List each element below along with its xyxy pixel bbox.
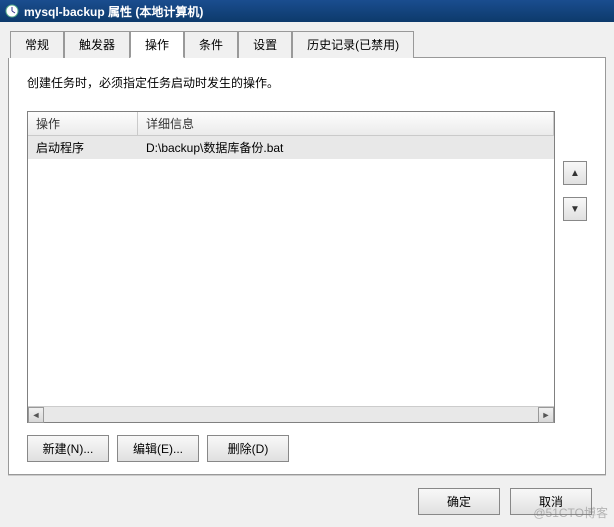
new-button[interactable]: 新建(N)... — [27, 435, 109, 462]
dialog-buttons: 确定 取消 — [8, 475, 606, 527]
scroll-right-icon[interactable]: ► — [538, 407, 554, 423]
action-buttons-row: 新建(N)... 编辑(E)... 删除(D) — [27, 435, 587, 462]
scroll-track[interactable] — [44, 407, 538, 422]
arrow-down-icon: ▼ — [570, 204, 580, 215]
actions-table: 操作 详细信息 启动程序 D:\backup\数据库备份.bat ◄ ► — [27, 111, 555, 423]
scroll-left-icon[interactable]: ◄ — [28, 407, 44, 423]
cancel-button[interactable]: 取消 — [510, 488, 592, 515]
app-icon — [4, 3, 20, 19]
horizontal-scrollbar[interactable]: ◄ ► — [28, 406, 554, 422]
window-title: mysql-backup 属性 (本地计算机) — [24, 3, 203, 20]
tab-general[interactable]: 常规 — [10, 31, 64, 58]
tab-history[interactable]: 历史记录(已禁用) — [292, 31, 414, 58]
col-header-action[interactable]: 操作 — [28, 112, 138, 135]
tab-settings[interactable]: 设置 — [238, 31, 292, 58]
move-down-button[interactable]: ▼ — [563, 197, 587, 221]
panel-description: 创建任务时，必须指定任务启动时发生的操作。 — [27, 74, 587, 91]
table-area: 操作 详细信息 启动程序 D:\backup\数据库备份.bat ◄ ► — [27, 111, 587, 423]
arrow-up-icon: ▲ — [570, 168, 580, 179]
titlebar: mysql-backup 属性 (本地计算机) — [0, 0, 614, 22]
table-header: 操作 详细信息 — [28, 112, 554, 136]
reorder-buttons: ▲ ▼ — [563, 111, 587, 423]
col-header-details[interactable]: 详细信息 — [138, 112, 554, 135]
content-area: 常规 触发器 操作 条件 设置 历史记录(已禁用) 创建任务时，必须指定任务启动… — [0, 22, 614, 527]
tab-panel-actions: 创建任务时，必须指定任务启动时发生的操作。 操作 详细信息 启动程序 D:\ba… — [8, 58, 606, 475]
tab-actions[interactable]: 操作 — [130, 31, 184, 58]
ok-button[interactable]: 确定 — [418, 488, 500, 515]
delete-button[interactable]: 删除(D) — [207, 435, 289, 462]
cell-action: 启动程序 — [28, 136, 138, 159]
cell-details: D:\backup\数据库备份.bat — [138, 136, 554, 159]
move-up-button[interactable]: ▲ — [563, 161, 587, 185]
tab-conditions[interactable]: 条件 — [184, 31, 238, 58]
table-row[interactable]: 启动程序 D:\backup\数据库备份.bat — [28, 136, 554, 159]
tab-triggers[interactable]: 触发器 — [64, 31, 130, 58]
tabs: 常规 触发器 操作 条件 设置 历史记录(已禁用) — [10, 30, 606, 58]
edit-button[interactable]: 编辑(E)... — [117, 435, 199, 462]
table-body: 启动程序 D:\backup\数据库备份.bat — [28, 136, 554, 406]
